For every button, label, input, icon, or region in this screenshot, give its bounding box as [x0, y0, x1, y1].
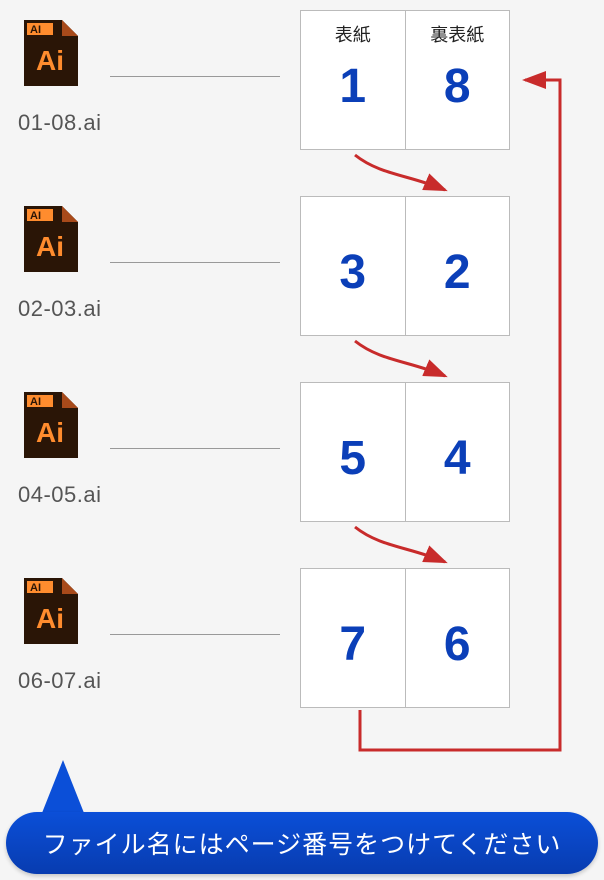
ai-badge-label: AI — [30, 582, 41, 594]
spread-1: 表紙 1 裏表紙 8 — [300, 10, 510, 150]
filename-1: 01-08.ai — [18, 110, 102, 136]
page-number: 3 — [339, 245, 366, 300]
flow-arrow-icon — [350, 522, 470, 572]
page-number: 7 — [339, 617, 366, 672]
page-1: 表紙 1 — [301, 11, 405, 149]
page-2: 2 — [405, 197, 510, 335]
ai-file-icon: AI Ai — [24, 206, 78, 272]
page-7: 7 — [301, 569, 405, 707]
page-4: 4 — [405, 383, 510, 521]
spread-2: 3 2 — [300, 196, 510, 336]
page-number: 5 — [339, 431, 366, 486]
spread-4: 7 6 — [300, 568, 510, 708]
page-6: 6 — [405, 569, 510, 707]
page-8: 裏表紙 8 — [405, 11, 510, 149]
callout-banner: ファイル名にはページ番号をつけてください — [6, 812, 598, 874]
ai-file-icon: AI Ai — [24, 20, 78, 86]
ai-badge-label: AI — [30, 210, 41, 222]
callout-pointer-icon — [40, 760, 86, 818]
callout-text: ファイル名にはページ番号をつけてください — [43, 825, 562, 861]
connector-line — [110, 262, 280, 263]
ai-icon-text: Ai — [36, 231, 64, 262]
page-number: 2 — [444, 245, 471, 300]
ai-icon-text: Ai — [36, 603, 64, 634]
page-number: 4 — [444, 431, 471, 486]
ai-icon-text: Ai — [36, 417, 64, 448]
page-number: 1 — [339, 59, 366, 114]
page-header-front: 表紙 — [335, 21, 371, 47]
spread-3: 5 4 — [300, 382, 510, 522]
ai-icon-text: Ai — [36, 45, 64, 76]
page-number: 8 — [444, 59, 471, 114]
page-number: 6 — [444, 617, 471, 672]
page-header-back: 裏表紙 — [430, 21, 484, 47]
ai-file-icon: AI Ai — [24, 392, 78, 458]
filename-3: 04-05.ai — [18, 482, 102, 508]
connector-line — [110, 448, 280, 449]
ai-badge-label: AI — [30, 396, 41, 408]
ai-file-icon: AI Ai — [24, 578, 78, 644]
ai-badge-label: AI — [30, 24, 41, 36]
connector-line — [110, 634, 280, 635]
connector-line — [110, 76, 280, 77]
page-5: 5 — [301, 383, 405, 521]
filename-2: 02-03.ai — [18, 296, 102, 322]
page-3: 3 — [301, 197, 405, 335]
filename-4: 06-07.ai — [18, 668, 102, 694]
flow-arrow-icon — [350, 150, 470, 200]
flow-arrow-icon — [350, 336, 470, 386]
